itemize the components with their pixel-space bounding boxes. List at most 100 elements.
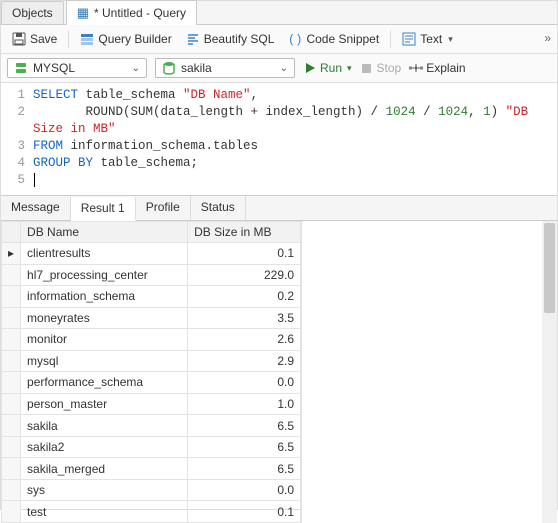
row-indicator [2,372,21,394]
vertical-scrollbar[interactable] [542,221,557,523]
save-button[interactable]: Save [7,29,62,49]
row-indicator [2,350,21,372]
cell-db-name[interactable]: sakila2 [21,436,188,458]
tab-query[interactable]: * Untitled - Query [66,0,197,25]
row-indicator [2,393,21,415]
tab-message[interactable]: Message [1,196,71,220]
chevron-down-icon: ⌄ [280,63,288,74]
cell-db-size[interactable]: 0.2 [188,286,301,308]
cell-db-name[interactable]: performance_schema [21,372,188,394]
cell-db-size[interactable]: 0.0 [188,479,301,501]
separator [68,30,69,48]
code-snippet-button[interactable]: () Code Snippet [283,29,384,49]
server-combo[interactable]: MYSQL ⌄ [7,58,147,78]
text-button[interactable]: Text ▾ [397,29,458,49]
table-row[interactable]: sakila6.5 [2,415,301,437]
cell-db-size[interactable]: 2.9 [188,350,301,372]
overflow-button[interactable]: » [544,31,551,45]
row-indicator [2,436,21,458]
cell-db-name[interactable]: person_master [21,393,188,415]
table-row[interactable]: performance_schema0.0 [2,372,301,394]
query-icon [77,5,89,21]
beautify-label: Beautify SQL [204,32,275,46]
server-icon [14,61,28,75]
beautify-icon [186,32,200,46]
server-value: MYSQL [33,61,75,75]
chevron-down-icon: ▾ [448,34,453,45]
stop-label: Stop [377,61,402,75]
tab-query-label: * Untitled - Query [94,6,186,20]
row-indicator [2,415,21,437]
col-db-name[interactable]: DB Name [21,222,188,243]
sql-code[interactable]: SELECT table_schema "DB Name", ROUND(SUM… [33,87,557,189]
table-row[interactable]: sakila26.5 [2,436,301,458]
cell-db-size[interactable]: 6.5 [188,415,301,437]
database-icon [162,61,176,75]
query-builder-button[interactable]: Query Builder [75,29,176,49]
grid-empty-area [301,221,557,523]
table-row[interactable]: sakila_merged6.5 [2,458,301,480]
table-row[interactable]: information_schema0.2 [2,286,301,308]
table-row[interactable]: monitor2.6 [2,329,301,351]
run-label: Run [320,61,342,75]
tab-status[interactable]: Status [191,196,246,220]
cell-db-size[interactable]: 6.5 [188,436,301,458]
save-label: Save [30,32,57,46]
cell-db-size[interactable]: 1.0 [188,393,301,415]
sql-editor[interactable]: 12 345 SELECT table_schema "DB Name", RO… [1,83,557,195]
query-builder-icon [80,32,94,46]
row-indicator-header [2,222,21,243]
row-indicator [2,458,21,480]
cell-db-name[interactable]: sakila [21,415,188,437]
cell-db-name[interactable]: sakila_merged [21,458,188,480]
explain-icon [409,61,423,75]
svg-text:(): () [288,33,302,46]
cell-db-size[interactable]: 229.0 [188,264,301,286]
row-indicator [2,286,21,308]
table-row[interactable]: hl7_processing_center229.0 [2,264,301,286]
text-label: Text [420,32,442,46]
cell-db-name[interactable]: mysql [21,350,188,372]
line-gutter: 12 345 [1,87,33,189]
chevron-down-icon: ⌄ [132,63,140,74]
explain-button[interactable]: Explain [409,61,465,75]
query-builder-label: Query Builder [98,32,171,46]
database-value: sakila [181,61,212,75]
cell-db-name[interactable]: clientresults [21,243,188,265]
table-row[interactable]: mysql2.9 [2,350,301,372]
table-row[interactable]: person_master1.0 [2,393,301,415]
stop-icon [360,61,374,75]
row-indicator [2,264,21,286]
cell-db-size[interactable]: 0.0 [188,372,301,394]
run-button[interactable]: Run ▾ [303,61,352,75]
chevron-down-icon: ▾ [347,63,352,74]
cell-db-name[interactable]: moneyrates [21,307,188,329]
cell-db-size[interactable]: 6.5 [188,458,301,480]
tab-profile[interactable]: Profile [136,196,191,220]
col-db-size[interactable]: DB Size in MB [188,222,301,243]
row-indicator [2,307,21,329]
results-grid[interactable]: DB Name DB Size in MB ▸clientresults0.1h… [1,221,301,523]
database-combo[interactable]: sakila ⌄ [155,58,295,78]
scrollbar-thumb[interactable] [544,223,555,313]
cell-db-name[interactable]: information_schema [21,286,188,308]
table-row[interactable]: ▸clientresults0.1 [2,243,301,265]
table-row[interactable]: sys0.0 [2,479,301,501]
cell-db-size[interactable]: 0.1 [188,243,301,265]
cell-db-name[interactable]: hl7_processing_center [21,264,188,286]
tab-result1[interactable]: Result 1 [71,197,136,221]
cell-db-name[interactable]: monitor [21,329,188,351]
code-snippet-icon: () [288,32,302,46]
row-indicator [2,501,21,523]
beautify-sql-button[interactable]: Beautify SQL [181,29,280,49]
cell-db-name[interactable]: test [21,501,188,523]
cell-db-size[interactable]: 0.1 [188,501,301,523]
cell-db-name[interactable]: sys [21,479,188,501]
save-icon [12,32,26,46]
separator [390,30,391,48]
cell-db-size[interactable]: 2.6 [188,329,301,351]
table-row[interactable]: test0.1 [2,501,301,523]
tab-objects[interactable]: Objects [1,1,64,24]
cell-db-size[interactable]: 3.5 [188,307,301,329]
table-row[interactable]: moneyrates3.5 [2,307,301,329]
